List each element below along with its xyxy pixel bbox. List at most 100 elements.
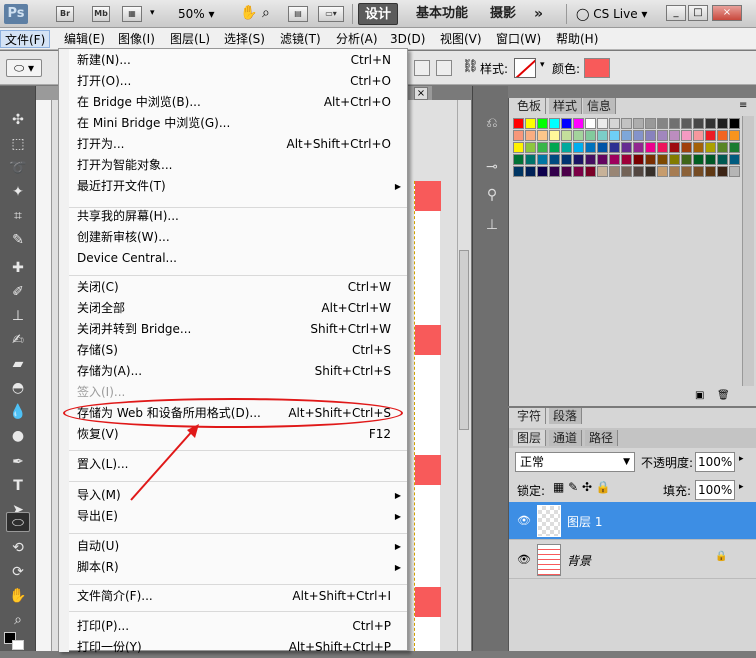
color-swatch[interactable] (729, 118, 740, 129)
zoom-tool-icon[interactable]: ⌕ (262, 5, 270, 21)
color-swatch[interactable] (537, 166, 548, 177)
tab-styles[interactable]: 样式 (549, 98, 583, 114)
eyedropper-tool-icon[interactable]: ✎ (6, 230, 30, 250)
color-swatch[interactable] (705, 130, 716, 141)
color-swatch[interactable] (513, 118, 524, 129)
screen-mode-icon[interactable]: ▭▾ (318, 6, 344, 22)
color-swatch[interactable] (645, 142, 656, 153)
color-swatch[interactable] (729, 142, 740, 153)
color-swatch[interactable] (717, 118, 728, 129)
layer-name[interactable]: 背景 (567, 552, 591, 569)
color-swatch[interactable] (705, 166, 716, 177)
opacity-input[interactable]: 100% (695, 452, 735, 472)
color-swatch[interactable] (657, 166, 668, 177)
tab-paragraph[interactable]: 段落 (549, 408, 583, 424)
zoom-level[interactable]: 50% ▾ (178, 6, 230, 22)
brush-panel-icon[interactable]: ⊸ (481, 156, 503, 178)
color-swatch[interactable] (573, 130, 584, 141)
color-swatch[interactable] (549, 130, 560, 141)
color-swatch[interactable] (573, 142, 584, 153)
color-swatch[interactable] (573, 154, 584, 165)
arrange-documents-icon[interactable]: ▤ (288, 6, 308, 22)
color-swatch[interactable] (525, 130, 536, 141)
move-tool-icon[interactable]: ✣ (6, 110, 30, 130)
color-swatch[interactable] (657, 130, 668, 141)
color-swatch[interactable] (693, 118, 704, 129)
color-swatch[interactable] (669, 166, 680, 177)
color-swatch[interactable] (621, 142, 632, 153)
3d-orbit-tool-icon[interactable]: ⟳ (6, 562, 30, 582)
color-swatch[interactable] (609, 142, 620, 153)
menu-item[interactable]: 置入(L)... (69, 454, 407, 475)
color-swatch[interactable] (681, 154, 692, 165)
dodge-tool-icon[interactable]: ● (6, 426, 30, 446)
blur-tool-icon[interactable]: 💧 (6, 402, 30, 422)
swatch-grid[interactable] (513, 118, 741, 178)
color-swatch[interactable] (669, 118, 680, 129)
cs-live-button[interactable]: ◯ CS Live ▾ (576, 5, 647, 23)
color-swatch[interactable] (537, 130, 548, 141)
color-swatch[interactable] (633, 166, 644, 177)
paint-bucket-icon[interactable]: ◓ (6, 378, 30, 398)
eye-icon[interactable]: 👁 (517, 553, 531, 566)
menu-item[interactable]: 关闭(C) Ctrl+W (69, 277, 407, 298)
color-swatch[interactable] (609, 130, 620, 141)
color-swatch[interactable] (645, 154, 656, 165)
menu-item[interactable]: 关闭全部 Alt+Ctrl+W (69, 298, 407, 319)
color-swatch[interactable] (549, 154, 560, 165)
color-swatch[interactable] (549, 118, 560, 129)
3d-rotate-tool-icon[interactable]: ⟲ (6, 538, 30, 558)
color-swatch[interactable] (621, 118, 632, 129)
blend-mode-select[interactable]: 正常 ▼ (515, 452, 635, 472)
color-swatch[interactable] (513, 154, 524, 165)
zoom-tool-icon[interactable]: ⌕ (6, 610, 30, 630)
color-swatch[interactable] (597, 154, 608, 165)
hand-tool-icon[interactable]: ✋ (6, 586, 30, 606)
color-swatch[interactable] (729, 166, 740, 177)
document-close-icon[interactable]: × (414, 87, 428, 100)
menu-item[interactable]: 存储为(A)... Shift+Ctrl+S (69, 361, 407, 382)
extras-icon[interactable]: ▦ (122, 6, 142, 22)
color-swatch[interactable] (561, 166, 572, 177)
menu-help[interactable]: 帮助(H) (552, 30, 602, 48)
ellipse-tool-icon[interactable]: ⬭ (6, 512, 30, 532)
color-swatch[interactable] (609, 166, 620, 177)
color-swatch[interactable] (633, 142, 644, 153)
color-swatch[interactable] (705, 154, 716, 165)
menu-analysis[interactable]: 分析(A) (332, 30, 382, 48)
hand-icon[interactable]: ✋ (240, 5, 257, 21)
menu-item[interactable]: 打开为... Alt+Shift+Ctrl+O (69, 134, 407, 155)
color-swatch[interactable] (561, 154, 572, 165)
menu-item[interactable]: 文件简介(F)... Alt+Shift+Ctrl+I (69, 586, 407, 607)
mini-bridge-icon[interactable]: Mb (92, 6, 110, 22)
menu-select[interactable]: 选择(S) (220, 30, 269, 48)
path-intersect-icon[interactable] (436, 60, 452, 76)
fill-input[interactable]: 100% (695, 480, 735, 500)
close-button[interactable]: × (712, 5, 742, 21)
text-tool-icon[interactable]: T (6, 476, 30, 496)
layer-row[interactable]: 👁 图层 1 (509, 502, 756, 540)
menu-3d[interactable]: 3D(D) (386, 30, 429, 48)
color-swatch[interactable] (573, 118, 584, 129)
color-swatch[interactable] (597, 142, 608, 153)
bridge-icon[interactable]: Br (56, 6, 74, 22)
tab-info[interactable]: 信息 (583, 98, 617, 114)
history-panel-icon[interactable]: ⎌ (481, 112, 503, 134)
color-swatch[interactable] (729, 130, 740, 141)
color-swatch[interactable] (537, 118, 548, 129)
menu-item[interactable]: 打印(P)... Ctrl+P (69, 616, 407, 637)
color-swatch[interactable] (597, 130, 608, 141)
menu-item[interactable]: 脚本(R) ▶ (69, 557, 407, 578)
menu-image[interactable]: 图像(I) (114, 30, 159, 48)
color-swatch[interactable] (584, 58, 610, 78)
color-swatch[interactable] (681, 118, 692, 129)
color-swatch[interactable] (681, 166, 692, 177)
color-swatch[interactable] (573, 166, 584, 177)
menu-filter[interactable]: 滤镜(T) (276, 30, 325, 48)
menu-view[interactable]: 视图(V) (436, 30, 486, 48)
tab-channels[interactable]: 通道 (549, 430, 583, 446)
color-swatch[interactable] (717, 142, 728, 153)
color-swatch[interactable] (609, 154, 620, 165)
color-swatch[interactable] (537, 142, 548, 153)
menu-item[interactable]: 在 Bridge 中浏览(B)... Alt+Ctrl+O (69, 92, 407, 113)
